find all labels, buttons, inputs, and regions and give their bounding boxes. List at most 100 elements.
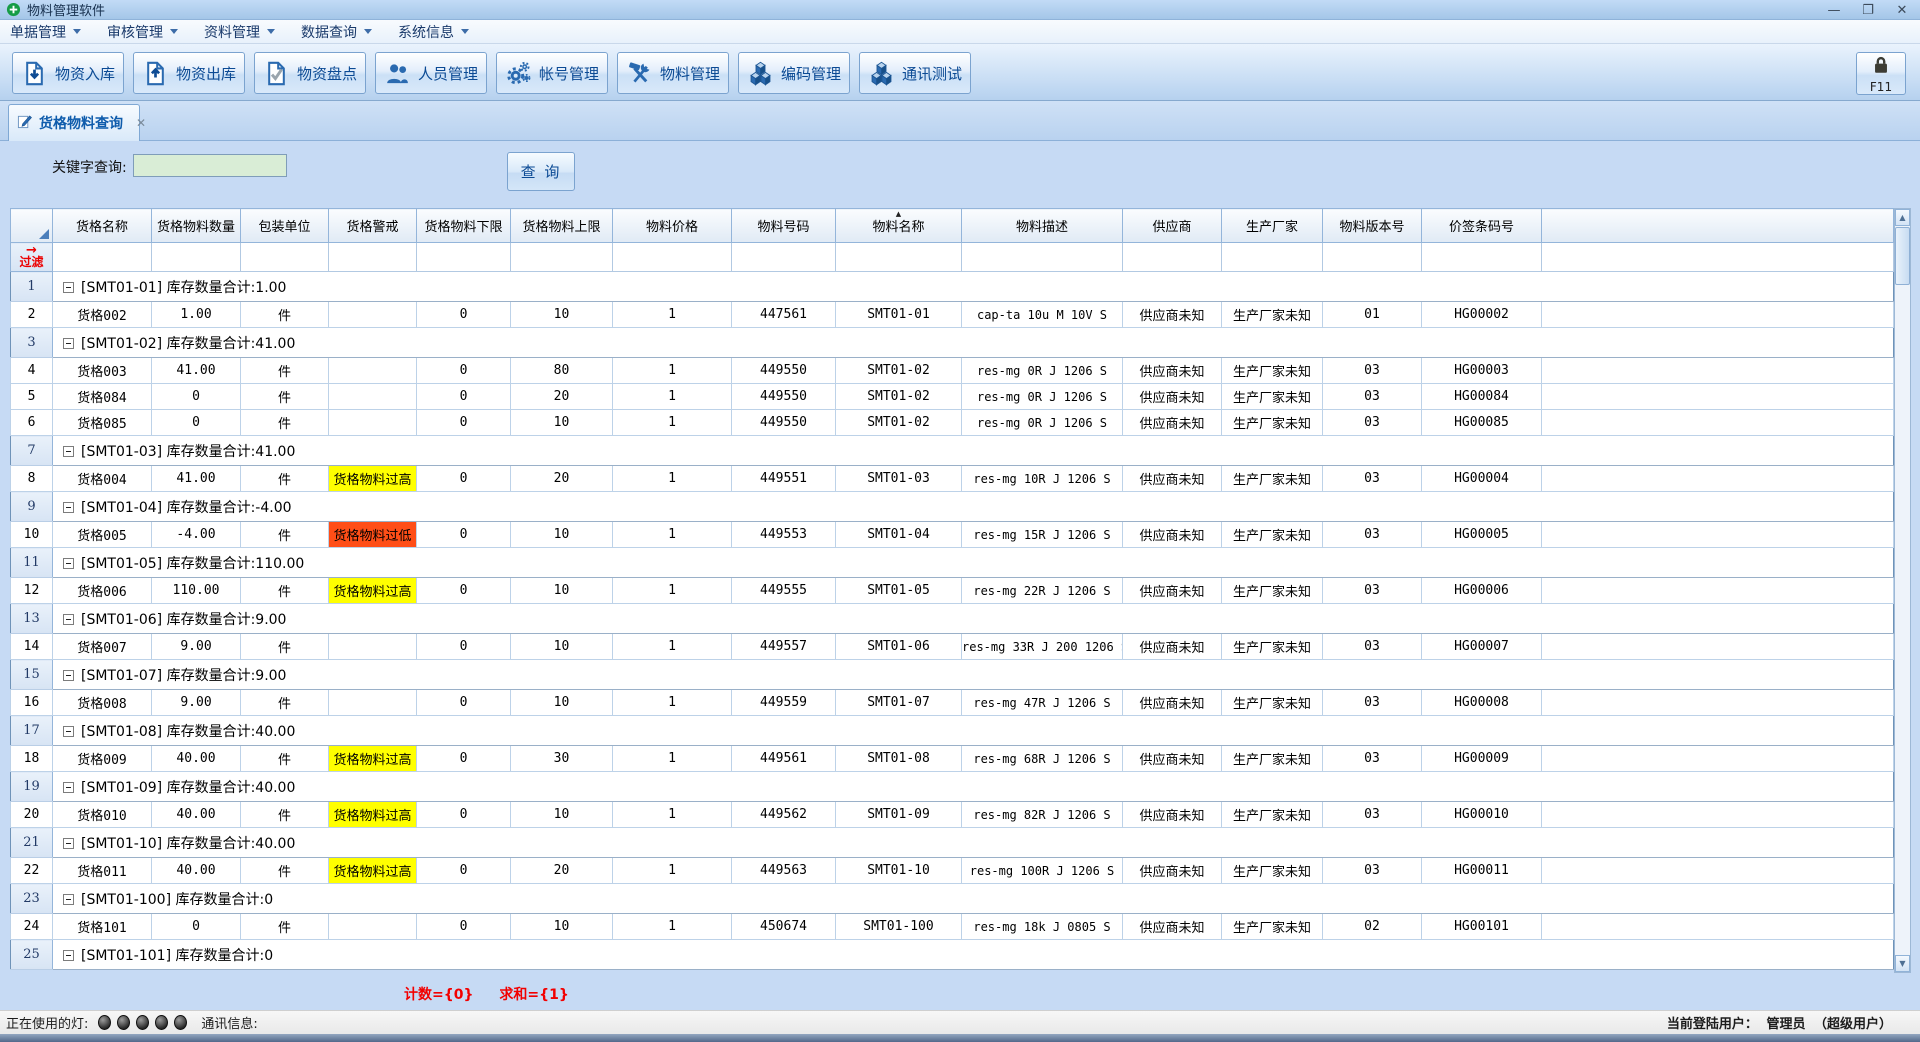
grid-cell[interactable]: 生产厂家未知: [1222, 522, 1323, 548]
grid-cell[interactable]: HG00084: [1422, 384, 1542, 410]
filter-input-cell[interactable]: [1542, 243, 1894, 272]
row-number[interactable]: 13: [11, 604, 53, 634]
grid-cell[interactable]: 449561: [732, 746, 836, 772]
grid-cell[interactable]: 供应商未知: [1123, 466, 1222, 492]
collapse-icon[interactable]: [63, 726, 74, 737]
grid-cell[interactable]: 447561: [732, 302, 836, 328]
grid-cell[interactable]: 货格008: [53, 690, 152, 716]
grid-cell[interactable]: 449563: [732, 858, 836, 884]
grid-cell[interactable]: 10: [511, 634, 613, 660]
grid-cell[interactable]: 1: [613, 466, 732, 492]
grid-cell[interactable]: SMT01-07: [836, 690, 962, 716]
group-row[interactable]: [SMT01-101] 库存数量合计:0: [53, 940, 1894, 970]
row-number[interactable]: 6: [11, 410, 53, 436]
grid-cell[interactable]: 10: [511, 522, 613, 548]
menu-item-4[interactable]: 数据查询: [301, 22, 372, 42]
row-number[interactable]: 3: [11, 328, 53, 358]
column-header-14[interactable]: 价签条码号: [1422, 209, 1542, 243]
row-number[interactable]: 16: [11, 690, 53, 716]
toolbar-button-3[interactable]: 物资盘点: [254, 52, 366, 94]
grid-cell[interactable]: 1: [613, 858, 732, 884]
grid-cell[interactable]: 9.00: [152, 634, 241, 660]
grid-cell[interactable]: 生产厂家未知: [1222, 690, 1323, 716]
grid-cell[interactable]: 1: [613, 690, 732, 716]
menu-item-2[interactable]: 审核管理: [107, 22, 178, 42]
collapse-icon[interactable]: [63, 838, 74, 849]
grid-cell[interactable]: 10: [511, 690, 613, 716]
grid-cell[interactable]: 10: [511, 578, 613, 604]
row-number[interactable]: 8: [11, 466, 53, 492]
group-row[interactable]: [SMT01-10] 库存数量合计:40.00: [53, 828, 1894, 858]
grid-cell[interactable]: 供应商未知: [1123, 522, 1222, 548]
scroll-up-icon[interactable]: ▲: [1895, 209, 1910, 226]
grid-cell[interactable]: -4.00: [152, 522, 241, 548]
grid-cell[interactable]: SMT01-08: [836, 746, 962, 772]
grid-cell[interactable]: 03: [1323, 522, 1422, 548]
grid-cell[interactable]: HG00005: [1422, 522, 1542, 548]
column-header-12[interactable]: 生产厂家: [1222, 209, 1323, 243]
row-number[interactable]: 20: [11, 802, 53, 828]
grid-cell[interactable]: 0: [417, 914, 511, 940]
collapse-icon[interactable]: [63, 670, 74, 681]
filter-input-cell[interactable]: [53, 243, 152, 272]
grid-cell[interactable]: 件: [241, 914, 329, 940]
grid-cell[interactable]: 20: [511, 466, 613, 492]
grid-cell[interactable]: 450674: [732, 914, 836, 940]
grid-cell[interactable]: 1: [613, 914, 732, 940]
grid-cell[interactable]: [329, 410, 417, 436]
row-number[interactable]: 10: [11, 522, 53, 548]
grid-cell[interactable]: 供应商未知: [1123, 802, 1222, 828]
row-number[interactable]: 14: [11, 634, 53, 660]
row-number[interactable]: 9: [11, 492, 53, 522]
filter-input-cell[interactable]: [836, 243, 962, 272]
grid-cell[interactable]: 0: [417, 522, 511, 548]
grid-cell[interactable]: 0: [417, 802, 511, 828]
grid-corner-cell[interactable]: [11, 209, 53, 243]
column-header-5[interactable]: 货格物料下限: [417, 209, 511, 243]
grid-cell[interactable]: 0: [417, 746, 511, 772]
grid-cell[interactable]: 1: [613, 410, 732, 436]
filter-input-cell[interactable]: [613, 243, 732, 272]
grid-cell[interactable]: HG00007: [1422, 634, 1542, 660]
vertical-scrollbar[interactable]: ▲ ▼: [1894, 208, 1911, 973]
keyword-input[interactable]: [133, 154, 287, 177]
row-number[interactable]: 19: [11, 772, 53, 802]
grid-cell[interactable]: 件: [241, 358, 329, 384]
grid-cell[interactable]: 1.00: [152, 302, 241, 328]
grid-cell[interactable]: 03: [1323, 384, 1422, 410]
grid-cell[interactable]: 449550: [732, 384, 836, 410]
grid-cell[interactable]: 10: [511, 410, 613, 436]
grid-cell[interactable]: 449551: [732, 466, 836, 492]
grid-cell[interactable]: 货格084: [53, 384, 152, 410]
row-number[interactable]: 4: [11, 358, 53, 384]
grid-cell[interactable]: 0: [417, 358, 511, 384]
row-number[interactable]: 25: [11, 940, 53, 970]
grid-cell[interactable]: 0: [417, 410, 511, 436]
grid-cell[interactable]: 449555: [732, 578, 836, 604]
grid-cell[interactable]: 生产厂家未知: [1222, 634, 1323, 660]
column-header-11[interactable]: 供应商: [1123, 209, 1222, 243]
grid-cell[interactable]: 件: [241, 410, 329, 436]
grid-cell[interactable]: 10: [511, 302, 613, 328]
grid-cell[interactable]: 03: [1323, 858, 1422, 884]
grid-cell[interactable]: res-mg 0R J 1206 S: [962, 384, 1123, 410]
grid-cell[interactable]: 0: [152, 914, 241, 940]
grid-cell[interactable]: 货格003: [53, 358, 152, 384]
filter-input-cell[interactable]: [962, 243, 1123, 272]
collapse-icon[interactable]: [63, 782, 74, 793]
grid-cell[interactable]: 41.00: [152, 466, 241, 492]
grid-cell[interactable]: 20: [511, 384, 613, 410]
grid-cell[interactable]: 货格011: [53, 858, 152, 884]
grid-cell[interactable]: SMT01-10: [836, 858, 962, 884]
grid-cell[interactable]: 1: [613, 522, 732, 548]
filter-indicator[interactable]: →过滤: [11, 243, 53, 272]
grid-cell[interactable]: 0: [417, 858, 511, 884]
row-number[interactable]: 24: [11, 914, 53, 940]
grid-cell[interactable]: 供应商未知: [1123, 384, 1222, 410]
grid-cell[interactable]: 生产厂家未知: [1222, 384, 1323, 410]
grid-cell[interactable]: SMT01-01: [836, 302, 962, 328]
grid-cell[interactable]: 80: [511, 358, 613, 384]
menu-item-1[interactable]: 单据管理: [10, 22, 81, 42]
grid-cell[interactable]: 1: [613, 302, 732, 328]
filter-input-cell[interactable]: [241, 243, 329, 272]
